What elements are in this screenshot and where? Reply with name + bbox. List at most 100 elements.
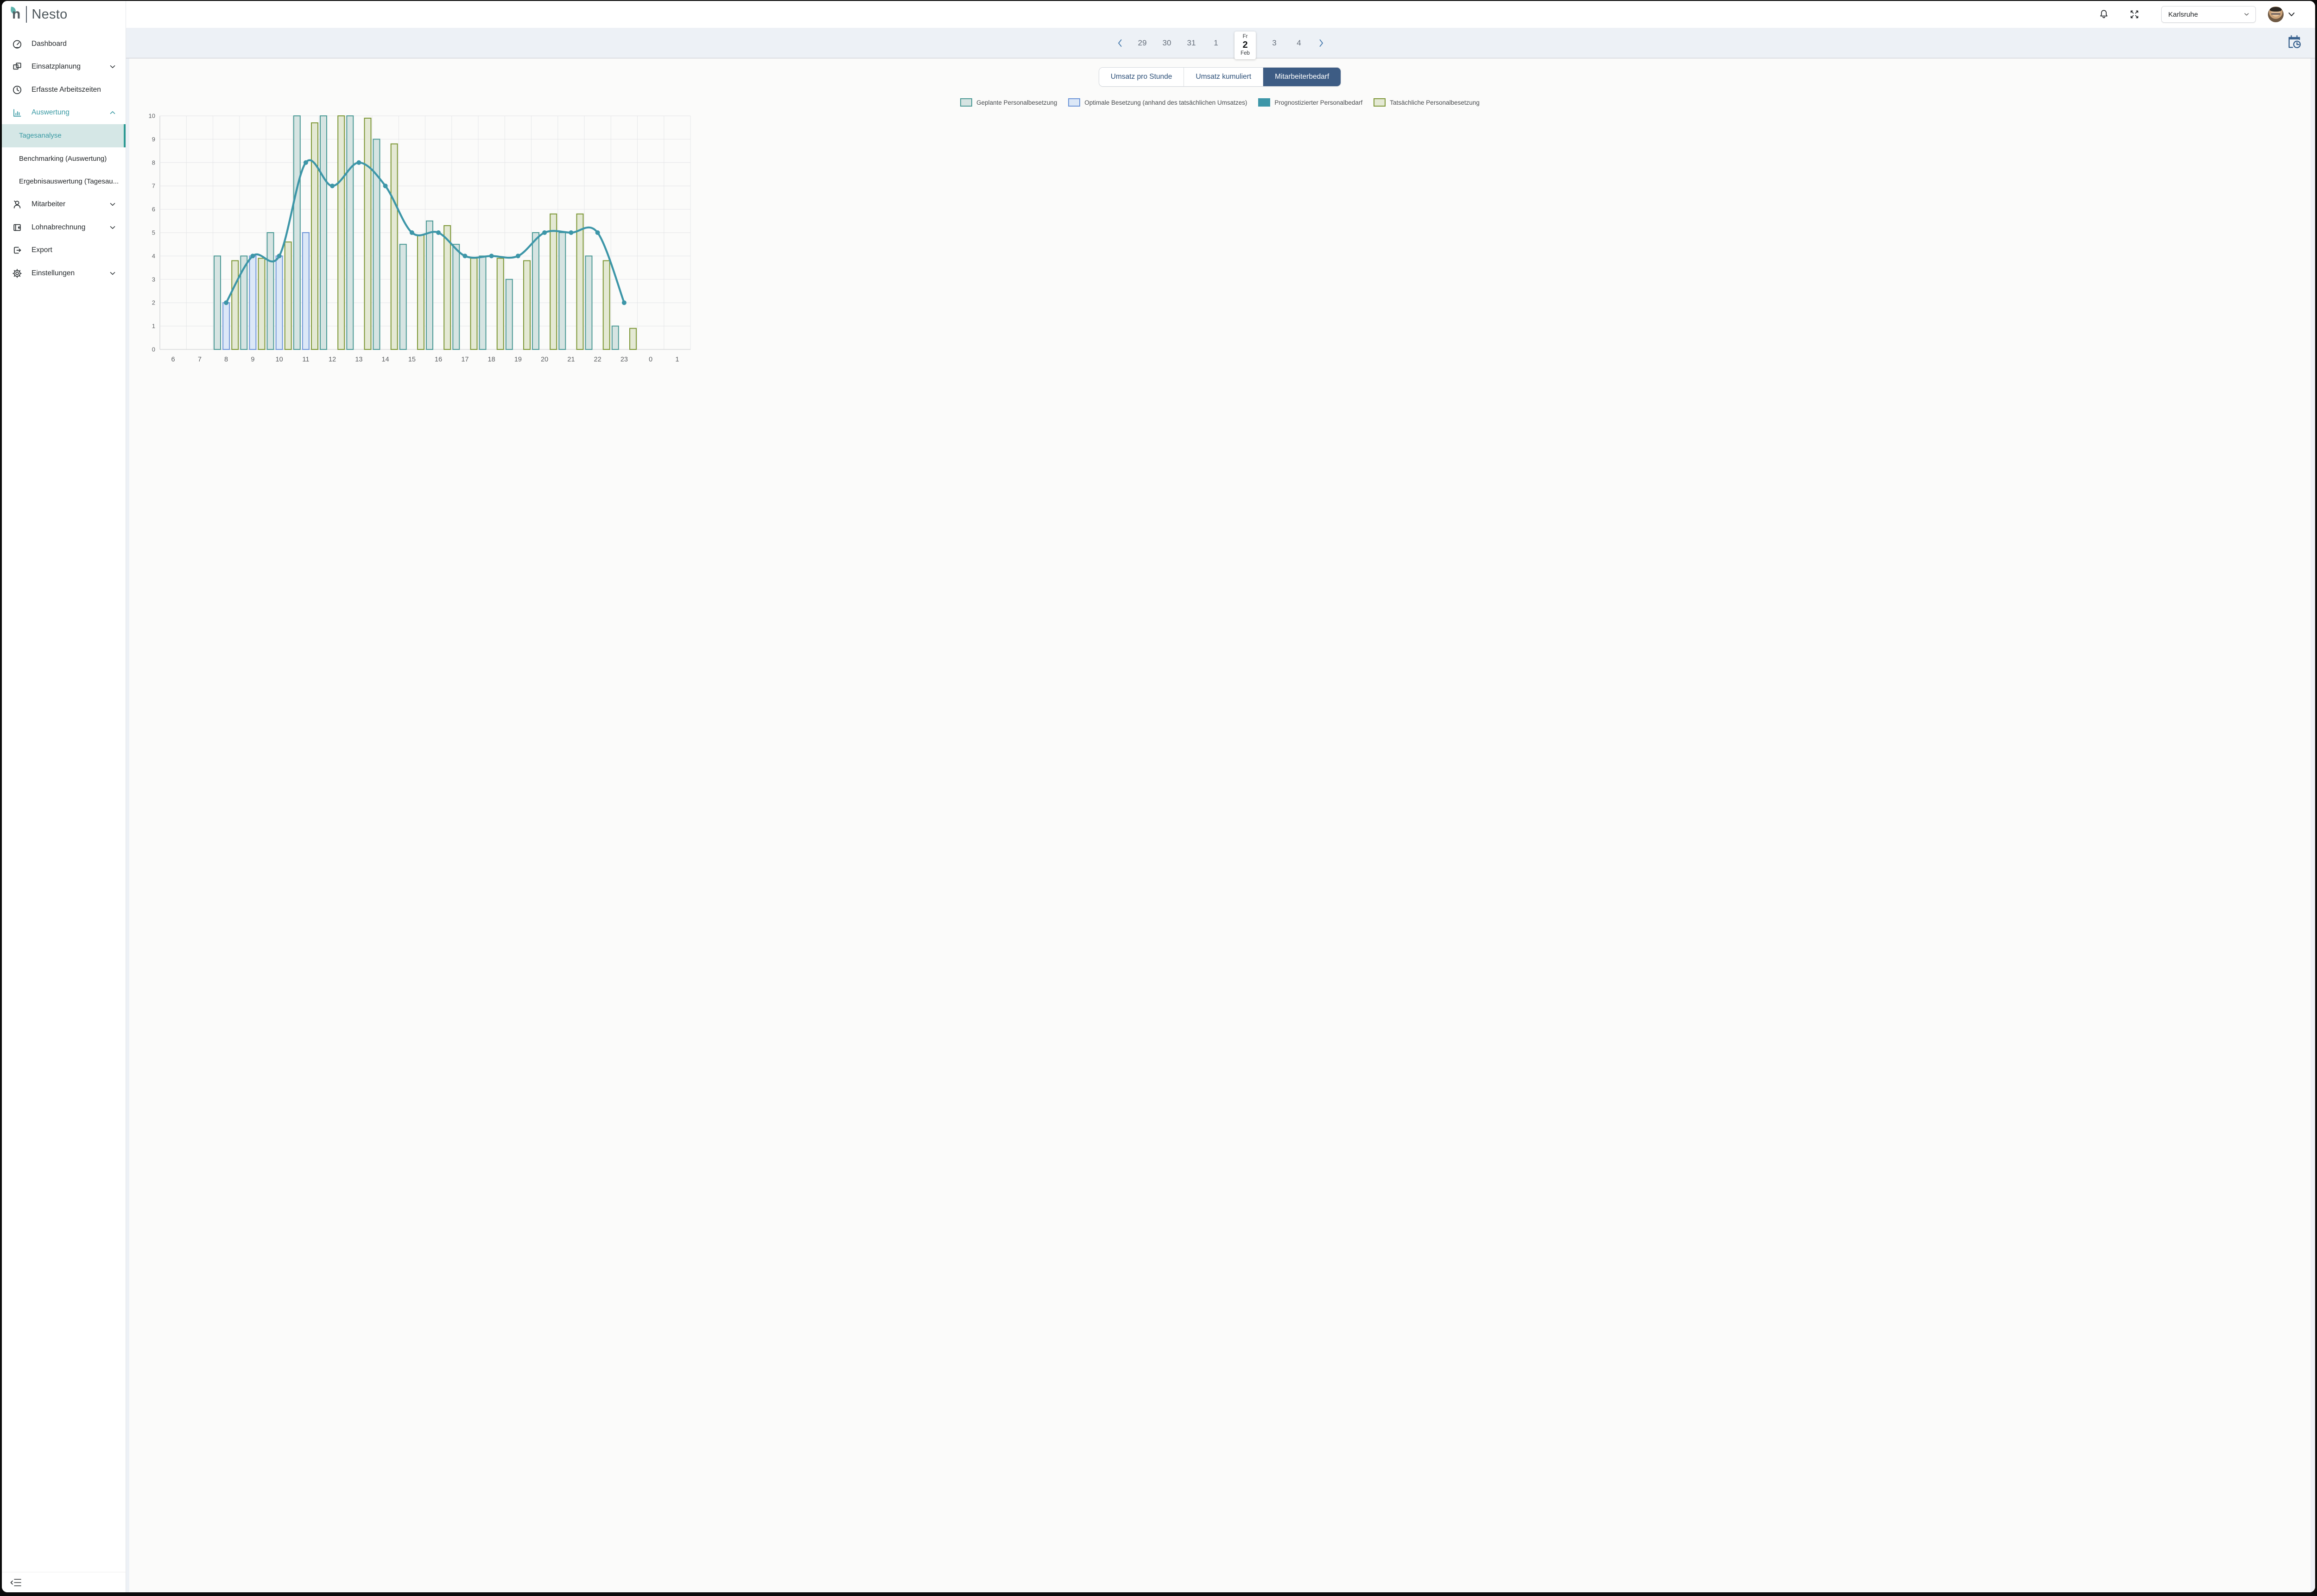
sidebar-item-label: Lohnabrechnung (32, 223, 85, 232)
legend-label: Geplante Personalbesetzung (976, 99, 1057, 106)
svg-text:4: 4 (152, 253, 155, 260)
svg-text:11: 11 (302, 356, 309, 363)
day-button[interactable]: 30 (1161, 38, 1173, 48)
svg-text:6: 6 (171, 356, 175, 363)
legend-swatch (960, 98, 972, 107)
main-content: 2930311Fr2Feb34 Umsatz pro StundeUmsatz … (126, 28, 2315, 1592)
topbar: Karlsruhe (126, 1, 2315, 28)
svg-text:18: 18 (488, 356, 495, 363)
sidebar-item-auswertung[interactable]: Auswertung (2, 101, 126, 125)
chart-svg: 0123456789106789101112131415161718192021… (143, 109, 697, 369)
svg-text:3: 3 (152, 276, 155, 283)
svg-text:1: 1 (152, 323, 155, 329)
svg-text:0: 0 (649, 356, 652, 363)
chevron-down-icon (2243, 11, 2250, 18)
svg-text:5: 5 (152, 229, 155, 236)
svg-text:20: 20 (541, 356, 548, 363)
legend-swatch (1068, 98, 1080, 107)
sidebar-item-label: Dashboard (32, 40, 67, 48)
sidebar-item-erfasste-arbeitszeiten[interactable]: Erfasste Arbeitszeiten (2, 78, 126, 101)
day-button[interactable]: 31 (1185, 38, 1197, 48)
chart-legend: Geplante Personalbesetzung Optimale Beset… (129, 98, 2311, 107)
legend-item: Tatsächliche Personalbesetzung (1374, 98, 1480, 107)
selected-day-number: 2 (1234, 40, 1256, 51)
svg-text:17: 17 (461, 356, 468, 363)
selected-day-card[interactable]: Fr2Feb (1234, 32, 1256, 59)
sidebar-item-dashboard[interactable]: Dashboard (2, 32, 126, 56)
sidebar-item-label: Mitarbeiter (32, 200, 65, 209)
chevron-down-icon (109, 63, 116, 70)
prev-day-chevron-icon[interactable] (1116, 38, 1124, 48)
planning-grid-icon (12, 62, 22, 72)
sidebar-item-label: Export (32, 246, 52, 254)
tab-mitarbeiterbedarf[interactable]: Mitarbeiterbedarf (1263, 68, 1341, 86)
sidebar-item-label: Einsatzplanung (32, 63, 81, 71)
svg-text:14: 14 (382, 356, 389, 363)
sidebar-item-einstellungen[interactable]: Einstellungen (2, 262, 126, 285)
chevron-up-icon (109, 109, 116, 116)
bell-icon[interactable] (2098, 9, 2109, 20)
svg-text:21: 21 (567, 356, 575, 363)
calendar-clock-icon[interactable] (2287, 34, 2302, 50)
svg-text:19: 19 (514, 356, 522, 363)
fullscreen-icon[interactable] (2129, 9, 2140, 20)
sidebar-subitem-ergebnisauswertung[interactable]: Ergebnisauswertung (Tagesau... (2, 170, 126, 193)
sidebar-subitem-label: Tagesanalyse (19, 132, 62, 139)
user-avatar[interactable] (2268, 6, 2284, 22)
sidebar-nav: Dashboard Einsatzplanung Erfasste Arbeitsz… (2, 28, 126, 285)
chevron-down-icon (109, 201, 116, 208)
day-button[interactable]: 3 (1268, 38, 1280, 48)
grid-lines (160, 116, 690, 349)
clock-icon (12, 85, 22, 95)
legend-label: Prognostizierter Personalbedarf (1274, 99, 1362, 106)
day-button[interactable]: 29 (1136, 38, 1148, 48)
svg-text:6: 6 (152, 206, 155, 213)
svg-text:9: 9 (251, 356, 254, 363)
legend-swatch (1374, 98, 1386, 107)
sidebar-subitem-label: Ergebnisauswertung (Tagesau... (19, 177, 119, 185)
logo-divider (26, 6, 27, 23)
svg-text:10: 10 (149, 113, 155, 120)
payroll-icon (12, 222, 22, 233)
day-button[interactable]: 1 (1210, 38, 1222, 48)
svg-text:10: 10 (276, 356, 283, 363)
svg-text:0: 0 (152, 346, 155, 353)
x-axis-labels: 6789101112131415161718192021222301 (171, 356, 679, 363)
date-nav: 29 30 31 1 Fr2Feb 3 4 (1116, 28, 1325, 59)
legend-item: Geplante Personalbesetzung (960, 98, 1057, 107)
legend-item: Optimale Besetzung (anhand des tatsächli… (1068, 98, 1247, 107)
day-button[interactable]: 4 (1293, 38, 1305, 48)
svg-text:8: 8 (224, 356, 228, 363)
analysis-card: Umsatz pro StundeUmsatz kumuliertMitarbe… (129, 58, 2311, 1592)
legend-item: Prognostizierter Personalbedarf (1258, 98, 1362, 107)
sidebar-subitem-benchmarking[interactable]: Benchmarking (Auswertung) (2, 147, 126, 171)
gauge-icon (12, 39, 22, 49)
sidebar-item-label: Einstellungen (32, 269, 75, 278)
sidebar-item-mitarbeiter[interactable]: Mitarbeiter (2, 193, 126, 216)
svg-text:2: 2 (152, 299, 155, 306)
sidebar-item-lohnabrechnung[interactable]: Lohnabrechnung (2, 216, 126, 239)
svg-text:22: 22 (594, 356, 601, 363)
sidebar-item-label: Erfasste Arbeitszeiten (32, 86, 101, 94)
next-day-chevron-icon[interactable] (1317, 38, 1325, 48)
y-axis-labels: 012345678910 (149, 113, 155, 353)
sidebar-item-export[interactable]: Export (2, 239, 126, 262)
tab-umsatz-kumuliert[interactable]: Umsatz kumuliert (1184, 68, 1263, 86)
sidebar-footer (2, 1572, 126, 1592)
date-navigation-bar: 29 30 31 1 Fr2Feb 3 4 (126, 28, 2315, 58)
logo-text: Nesto (32, 7, 67, 22)
chevron-down-icon (109, 224, 116, 231)
svg-text:8: 8 (152, 159, 155, 166)
sidebar-subitem-tagesanalyse[interactable]: Tagesanalyse (2, 124, 126, 147)
user-menu-chevron-icon[interactable] (2287, 10, 2296, 19)
chevron-down-icon (109, 270, 116, 277)
nesto-logo-icon: n (12, 6, 20, 22)
collapse-sidebar-icon[interactable] (9, 1577, 23, 1588)
location-select[interactable]: Karlsruhe (2161, 6, 2256, 23)
chart-mode-tabs: Umsatz pro StundeUmsatz kumuliertMitarbe… (1099, 68, 1341, 86)
sidebar-item-einsatzplanung[interactable]: Einsatzplanung (2, 56, 126, 79)
app-logo: n Nesto (2, 1, 126, 28)
svg-text:23: 23 (620, 356, 628, 363)
tab-umsatz-pro-stunde[interactable]: Umsatz pro Stunde (1099, 68, 1184, 86)
export-icon (12, 245, 22, 255)
